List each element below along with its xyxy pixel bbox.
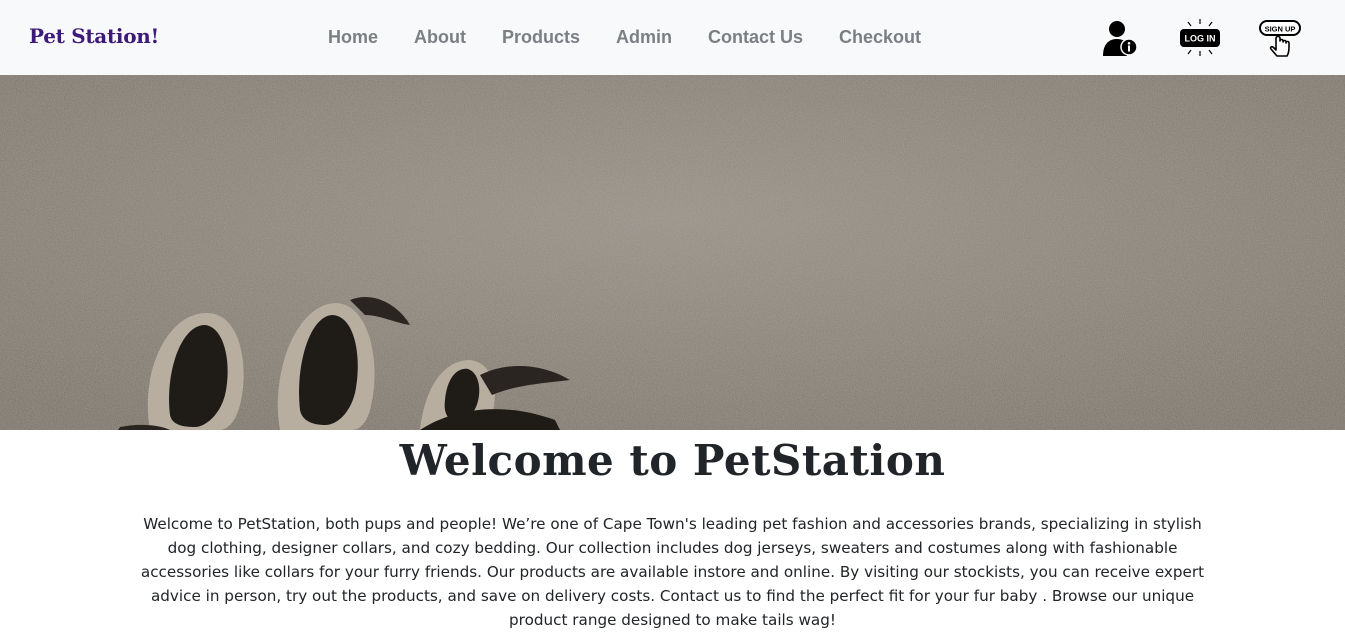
nav-link-checkout[interactable]: Checkout [839, 27, 921, 48]
page-title: Welcome to PetStation [399, 436, 946, 485]
user-info-icon[interactable] [1098, 18, 1142, 58]
nav-link-about[interactable]: About [414, 27, 466, 48]
login-icon-text: LOG IN [1185, 34, 1216, 44]
intro-paragraph: Welcome to PetStation, both pups and peo… [140, 515, 1205, 629]
nav-icons: LOG IN SIGN UP [1098, 18, 1308, 58]
nav-link-admin[interactable]: Admin [616, 27, 672, 48]
login-icon[interactable]: LOG IN [1178, 18, 1222, 58]
pawprint-in-sand-image [0, 75, 1345, 430]
signup-icon-text: SIGN UP [1265, 25, 1296, 34]
nav-link-home[interactable]: Home [328, 27, 378, 48]
nav-link-contact-us[interactable]: Contact Us [708, 27, 803, 48]
navbar: Pet Station! Home About Products Admin C… [0, 0, 1345, 75]
nav-link-products[interactable]: Products [502, 27, 580, 48]
brand-logo[interactable]: Pet Station! [29, 24, 159, 48]
signup-icon[interactable]: SIGN UP [1258, 18, 1302, 58]
nav-links: Home About Products Admin Contact Us Che… [328, 27, 957, 48]
hero-image [0, 75, 1345, 430]
